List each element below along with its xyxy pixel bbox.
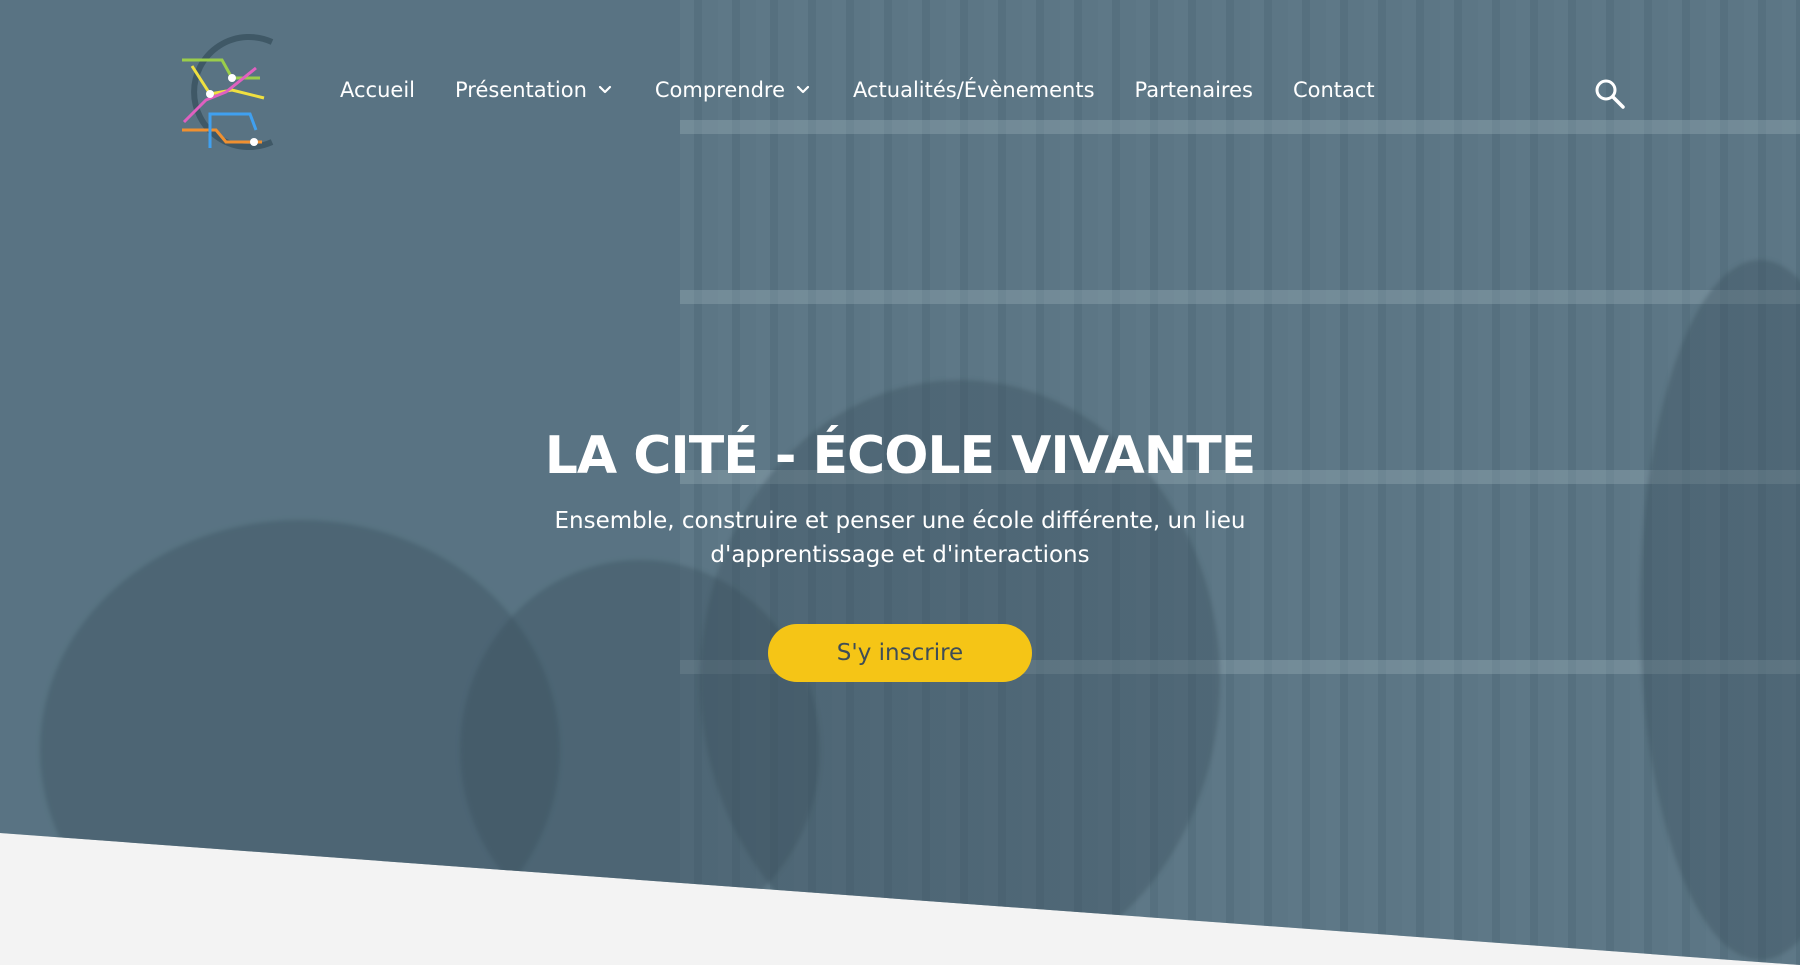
main-menu: Accueil Présentation Comprendre Actualit…: [340, 78, 1375, 102]
nav-item-partenaires[interactable]: Partenaires: [1135, 78, 1253, 102]
nav-item-accueil[interactable]: Accueil: [340, 78, 415, 102]
hero-content: LA CITÉ - ÉCOLE VIVANTE Ensemble, constr…: [0, 420, 1800, 682]
nav-item-actualites[interactable]: Actualités/Évènements: [853, 78, 1095, 102]
school-logo[interactable]: [172, 30, 284, 154]
search-icon: [1595, 79, 1625, 109]
nav-item-contact[interactable]: Contact: [1293, 78, 1375, 102]
chevron-down-icon: [796, 85, 810, 94]
nav-item-comprendre[interactable]: Comprendre: [655, 78, 813, 102]
school-logo-icon: [182, 34, 274, 150]
chevron-down-icon: [598, 85, 611, 94]
search-button[interactable]: [1594, 78, 1626, 110]
nav-item-label: Présentation: [455, 78, 587, 102]
nav-item-label: Partenaires: [1134, 78, 1253, 102]
nav-item-presentation[interactable]: Présentation: [455, 78, 615, 102]
page: LA CITÉ - ÉCOLE VIVANTE Ensemble, constr…: [0, 0, 1800, 965]
nav-item-label: Comprendre: [654, 78, 786, 102]
nav-item-label: Contact: [1292, 78, 1375, 102]
nav-item-label: Accueil: [340, 78, 415, 102]
hero-title: LA CITÉ - ÉCOLE VIVANTE: [544, 426, 1256, 486]
hero-subtitle: Ensemble, construire et penser une école…: [554, 508, 1246, 568]
nav-item-label: Actualités/Évènements: [853, 78, 1095, 102]
top-navigation: Accueil Présentation Comprendre Actualit…: [0, 0, 1800, 186]
register-button[interactable]: S'y inscrire: [768, 624, 1032, 682]
